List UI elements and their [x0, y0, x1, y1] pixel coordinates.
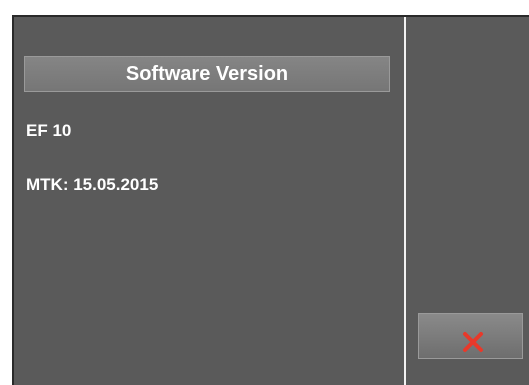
close-button[interactable]: [418, 313, 523, 359]
dialog-title: Software Version: [125, 62, 289, 85]
mtk-date-line: MTK: 15.05.2015: [26, 175, 159, 194]
dialog-title-bar: Software Version: [24, 56, 390, 92]
screen: Software Version EF 10 MTK: 15.05.2015: [0, 0, 529, 385]
version-line: EF 10: [26, 121, 72, 140]
close-icon: [463, 332, 483, 352]
